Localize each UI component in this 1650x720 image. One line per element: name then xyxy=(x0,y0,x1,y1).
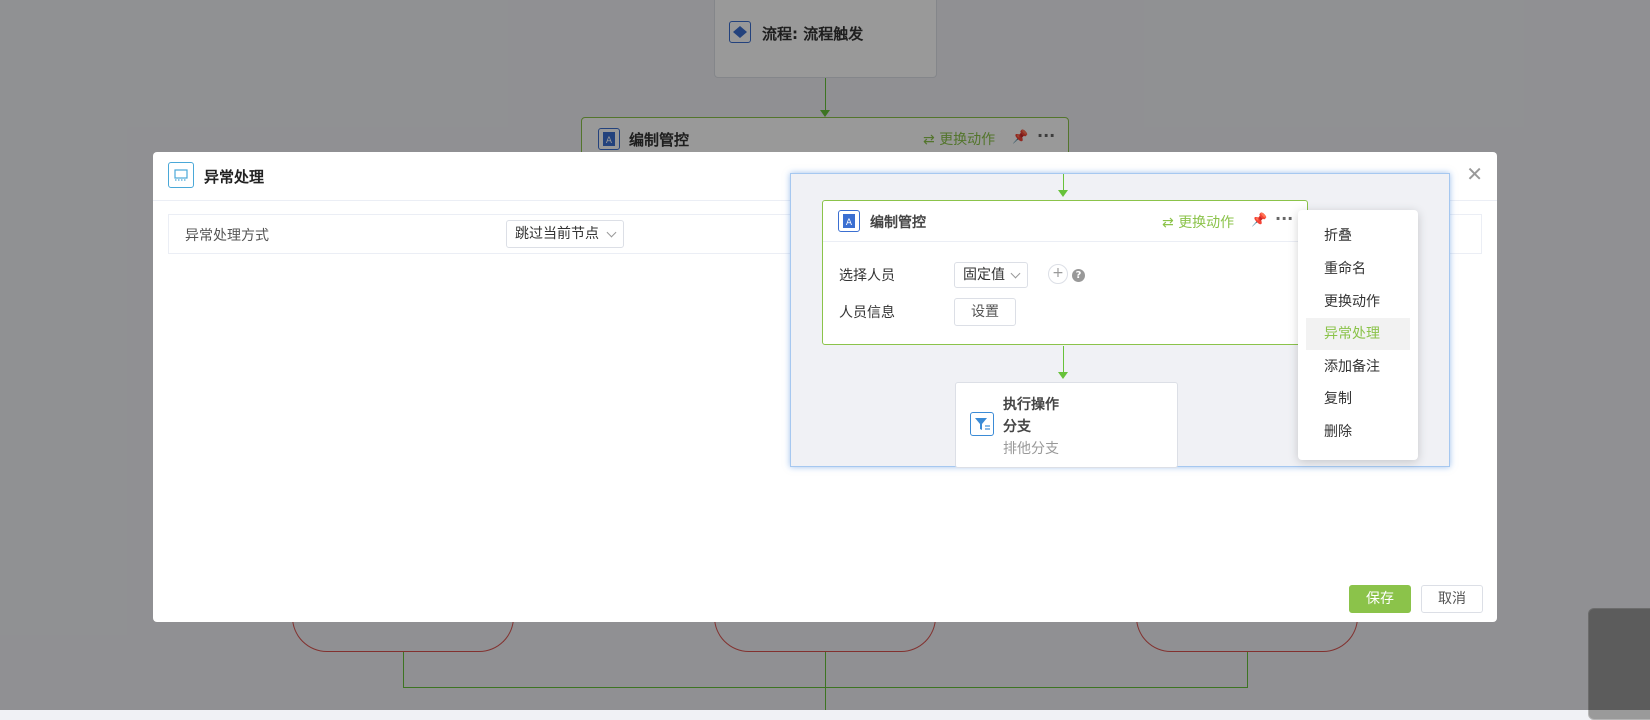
menu-item-add-note[interactable]: 添加备注 xyxy=(1306,351,1410,383)
set-button[interactable]: 设置 xyxy=(954,298,1016,326)
close-icon[interactable]: ✕ xyxy=(1466,164,1483,184)
select-person-select[interactable]: 固定值 xyxy=(954,262,1028,288)
chevron-down-icon xyxy=(606,227,617,238)
menu-item-rename[interactable]: 重命名 xyxy=(1306,253,1410,285)
connector-arrow xyxy=(1058,190,1068,197)
help-icon[interactable]: ? xyxy=(1072,269,1085,282)
pin-icon[interactable]: 📌 xyxy=(1251,213,1267,228)
control-node[interactable]: A 编制管控 ⇄ 更换动作 📌 ··· 选择人员 固定值 + ? 人员信息 设置 xyxy=(822,200,1308,345)
menu-item-exception-handling[interactable]: 异常处理 xyxy=(1306,318,1410,350)
exception-method-label: 异常处理方式 xyxy=(185,228,269,244)
more-icon[interactable]: ··· xyxy=(1275,209,1293,228)
filter-icon xyxy=(970,412,994,436)
branch-node-type: 排他分支 xyxy=(1003,441,1059,457)
branch-node-subtitle: 分支 xyxy=(1003,419,1031,435)
svg-text:A: A xyxy=(846,218,853,228)
change-action-link[interactable]: ⇄ 更换动作 xyxy=(1162,212,1234,232)
menu-item-collapse[interactable]: 折叠 xyxy=(1306,220,1410,252)
branch-node-title: 执行操作 xyxy=(1003,397,1059,413)
menu-item-delete[interactable]: 删除 xyxy=(1306,416,1410,448)
exception-method-select[interactable]: 跳过当前节点 xyxy=(506,220,624,248)
monitor-icon xyxy=(168,162,194,188)
menu-item-copy[interactable]: 复制 xyxy=(1306,383,1410,415)
menu-item-change-action[interactable]: 更换动作 xyxy=(1306,286,1410,318)
save-button[interactable]: 保存 xyxy=(1349,585,1411,613)
branch-node[interactable]: 执行操作 分支 排他分支 xyxy=(955,382,1178,468)
modal-title: 异常处理 xyxy=(204,168,265,186)
select-person-label: 选择人员 xyxy=(839,268,895,284)
cancel-button[interactable]: 取消 xyxy=(1421,585,1483,613)
swap-icon: ⇄ xyxy=(1162,215,1174,231)
document-a-icon: A xyxy=(838,210,860,232)
connector-arrow xyxy=(1058,372,1068,379)
chevron-down-icon xyxy=(1010,268,1021,279)
control-node-header: A 编制管控 ⇄ 更换动作 📌 ··· xyxy=(823,201,1307,242)
add-button[interactable]: + xyxy=(1048,264,1068,284)
node-context-menu: 折叠 重命名 更换动作 异常处理 添加备注 复制 删除 xyxy=(1298,210,1418,460)
person-info-label: 人员信息 xyxy=(839,305,895,321)
control-node-title: 编制管控 xyxy=(870,215,926,231)
